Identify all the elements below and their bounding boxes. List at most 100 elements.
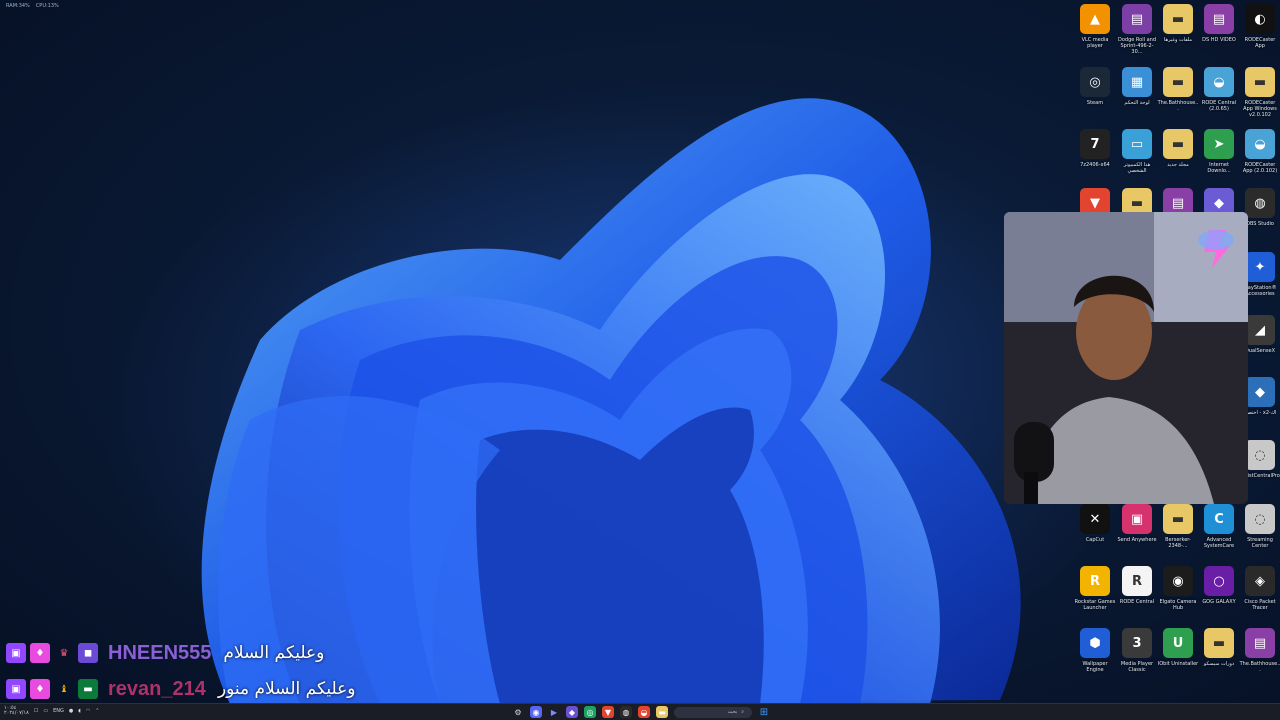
desktop-icon[interactable]: ✕ CapCut — [1074, 504, 1116, 543]
gem-badge-icon: ♦ — [30, 679, 50, 699]
folder-icon: ▬ — [1163, 129, 1193, 159]
search-icon: ⌕ — [741, 709, 744, 715]
desktop-icon[interactable]: ▣ Send Anywhere — [1116, 504, 1158, 543]
chat-username: HNEEN555 — [108, 641, 212, 664]
desktop-icon[interactable]: ▦ لوحة التحكم — [1116, 67, 1158, 106]
controller-icon: ◢ — [1245, 315, 1275, 345]
desktop-icon[interactable]: ○ GOG GALAXY — [1198, 566, 1240, 605]
chat-message: ▣ ♦ ♛ ◼ HNEEN555 وعليكم السلام — [6, 638, 426, 668]
media-icon[interactable]: ◆ — [566, 706, 578, 718]
desktop-icon[interactable]: ▲ VLC media player — [1074, 4, 1116, 49]
app-icon[interactable]: ▶ — [548, 706, 560, 718]
installer-icon: ◒ — [1245, 129, 1275, 159]
desktop-icon-label: Rockstar Games Launcher — [1074, 599, 1116, 611]
search-placeholder: بحث — [727, 709, 738, 715]
gem-badge-icon: ♦ — [30, 643, 50, 663]
desktop-icon-label: Cisco Packet Tracer — [1244, 599, 1276, 611]
idm-icon: ➤ — [1204, 129, 1234, 159]
desktop-icon[interactable]: ▬ Berserker-2348-... — [1157, 504, 1199, 549]
obs-icon[interactable]: ◍ — [620, 706, 632, 718]
volume-icon[interactable]: ◖ — [78, 708, 81, 714]
steam-icon: ◎ — [1080, 67, 1110, 97]
desktop-icon-label: ملفات وغيرها — [1163, 37, 1193, 43]
discord-icon[interactable]: ◉ — [530, 706, 542, 718]
desktop-icon-label: The.Bathhouse... — [1239, 661, 1280, 673]
desktop-icon-label: The.Bathhouse... — [1157, 100, 1199, 112]
settings-icon[interactable]: ⚙ — [512, 706, 524, 718]
browser-icon[interactable]: ◒ — [638, 706, 650, 718]
desktop-icon[interactable]: ▤ The.Bathhouse... — [1239, 628, 1280, 673]
desktop-icon[interactable]: ▬ RODECaster App Windows v2.0.102 — [1239, 67, 1280, 118]
torch-badge-icon: ♝ — [59, 683, 69, 695]
playstation-icon: ✦ — [1245, 252, 1275, 282]
crown-badge-icon: ♛ — [59, 647, 69, 659]
desktop-icon[interactable]: ◈ Cisco Packet Tracer — [1239, 566, 1280, 611]
wifi-icon[interactable]: ◠ — [86, 708, 90, 714]
camera-icon: ◉ — [1163, 566, 1193, 596]
winrar-icon: ▤ — [1122, 4, 1152, 34]
desktop-icon[interactable]: 3 Media Player Classic — [1116, 628, 1158, 673]
send-anywhere-icon: ▣ — [1122, 504, 1152, 534]
cisco-icon: ◈ — [1245, 566, 1275, 596]
desktop-icon[interactable]: 7 7z2406-x64 — [1074, 129, 1116, 168]
twitch-badge-icon: ▣ — [6, 679, 26, 699]
desktop-icon-label: RODECaster App Windows v2.0.102 — [1243, 100, 1277, 118]
taskbar-search[interactable]: بحث ⌕ — [674, 706, 752, 718]
language-indicator[interactable]: ENG — [53, 708, 64, 714]
desktop-icon-label: هذا الكمبيوتر الشخصي — [1123, 162, 1151, 174]
winrar-icon: ▤ — [1245, 628, 1275, 658]
folder-icon: ▬ — [1245, 67, 1275, 97]
clock-date: ٢٠٢٤/٠٧/١٨ — [4, 710, 29, 716]
chrome-icon[interactable]: ◎ — [584, 706, 596, 718]
desktop-icon[interactable]: ⬢ Wallpaper Engine — [1074, 628, 1116, 673]
desktop-icon-label: لوحة التحكم — [1124, 100, 1150, 106]
desktop-icon-label: VLC media player — [1081, 37, 1109, 49]
rockstar-icon: R — [1080, 566, 1110, 596]
chat-message: ▣ ♦ ♝ ▬ revan_214 وعليكم السلام منور — [6, 674, 426, 704]
desktop-icon[interactable]: R Rockstar Games Launcher — [1074, 566, 1116, 611]
desktop-icon[interactable]: ▭ هذا الكمبيوتر الشخصي — [1116, 129, 1158, 174]
system-tray: ١٠:٥٤ ٢٠٢٤/٠٧/١٨ ☐ ▭ ENG ● ◖ ◠ ⌃ — [4, 706, 99, 716]
desktop-icon[interactable]: ▬ مجلد جديد — [1157, 129, 1199, 168]
desktop-icon-label: IObit Uninstaller — [1157, 661, 1199, 667]
chat-text: وعليكم السلام منور — [217, 679, 356, 699]
start-button-icon[interactable]: ⊞ — [758, 706, 770, 718]
clock[interactable]: ١٠:٥٤ ٢٠٢٤/٠٧/١٨ — [4, 706, 29, 716]
tray-expand-icon[interactable]: ⌃ — [95, 708, 99, 714]
desktop-icon[interactable]: R RODE Central — [1116, 566, 1158, 605]
desktop-icon[interactable]: ◒ RODE Central (2.0.65) — [1198, 67, 1240, 112]
desktop-icon[interactable]: U IObit Uninstaller — [1157, 628, 1199, 667]
desktop-icon-label: دورات سيسكو — [1203, 661, 1235, 667]
desktop-icon[interactable]: ◒ RODECaster App (2.0.102) — [1239, 129, 1280, 174]
folder-icon: ▬ — [1204, 628, 1234, 658]
obs-icon: ◍ — [1245, 188, 1275, 218]
desktop-icon[interactable]: ▤ Dodge Roll and Sprint-496-2-30... — [1116, 4, 1158, 55]
desktop-icon-label: Send Anywhere — [1117, 537, 1157, 543]
desktop-icon[interactable]: ◎ Steam — [1074, 67, 1116, 106]
desktop-icon-label: DS HD VIDEO — [1202, 37, 1236, 43]
brave-icon[interactable]: ▼ — [602, 706, 614, 718]
winrar-icon: ▤ — [1204, 4, 1234, 34]
notification-icon[interactable]: ☐ — [34, 708, 38, 714]
desktop-icon[interactable]: ▬ The.Bathhouse... — [1157, 67, 1199, 112]
desktop-icon[interactable]: ➤ Internet Downlo... — [1198, 129, 1240, 174]
desktop-icon-label: Media Player Classic — [1120, 661, 1154, 673]
folder-icon: ▬ — [1163, 67, 1193, 97]
desktop-icon[interactable]: ◉ Elgato Camera Hub — [1157, 566, 1199, 611]
desktop-icon[interactable]: ▤ DS HD VIDEO — [1198, 4, 1240, 43]
desktop-icon[interactable]: C Advanced SystemCare — [1198, 504, 1240, 549]
desktop-icon-label: Berserker-2348-... — [1165, 537, 1191, 549]
desktop-icon-label: RODE Central (2.0.65) — [1201, 100, 1237, 112]
microphone-icon[interactable]: ● — [69, 708, 73, 714]
desktop-icon[interactable]: ▬ ملفات وغيرها — [1157, 4, 1199, 43]
desktop-icon-label: Wallpaper Engine — [1082, 661, 1108, 673]
file-explorer-icon[interactable]: ▬ — [656, 706, 668, 718]
desktop-icon[interactable]: ▬ دورات سيسكو — [1198, 628, 1240, 667]
saudi-flag-icon: ▬ — [78, 679, 98, 699]
network-icon[interactable]: ▭ — [43, 708, 48, 714]
capcut-icon: ✕ — [1080, 504, 1110, 534]
desktop-icon[interactable]: ◌ Streaming Center — [1239, 504, 1280, 549]
desktop-icon-label: Advanced SystemCare — [1203, 537, 1235, 549]
desktop-icon-label: 7z2406-x64 — [1080, 162, 1110, 168]
desktop-icon[interactable]: ◐ RODECaster App — [1239, 4, 1280, 49]
